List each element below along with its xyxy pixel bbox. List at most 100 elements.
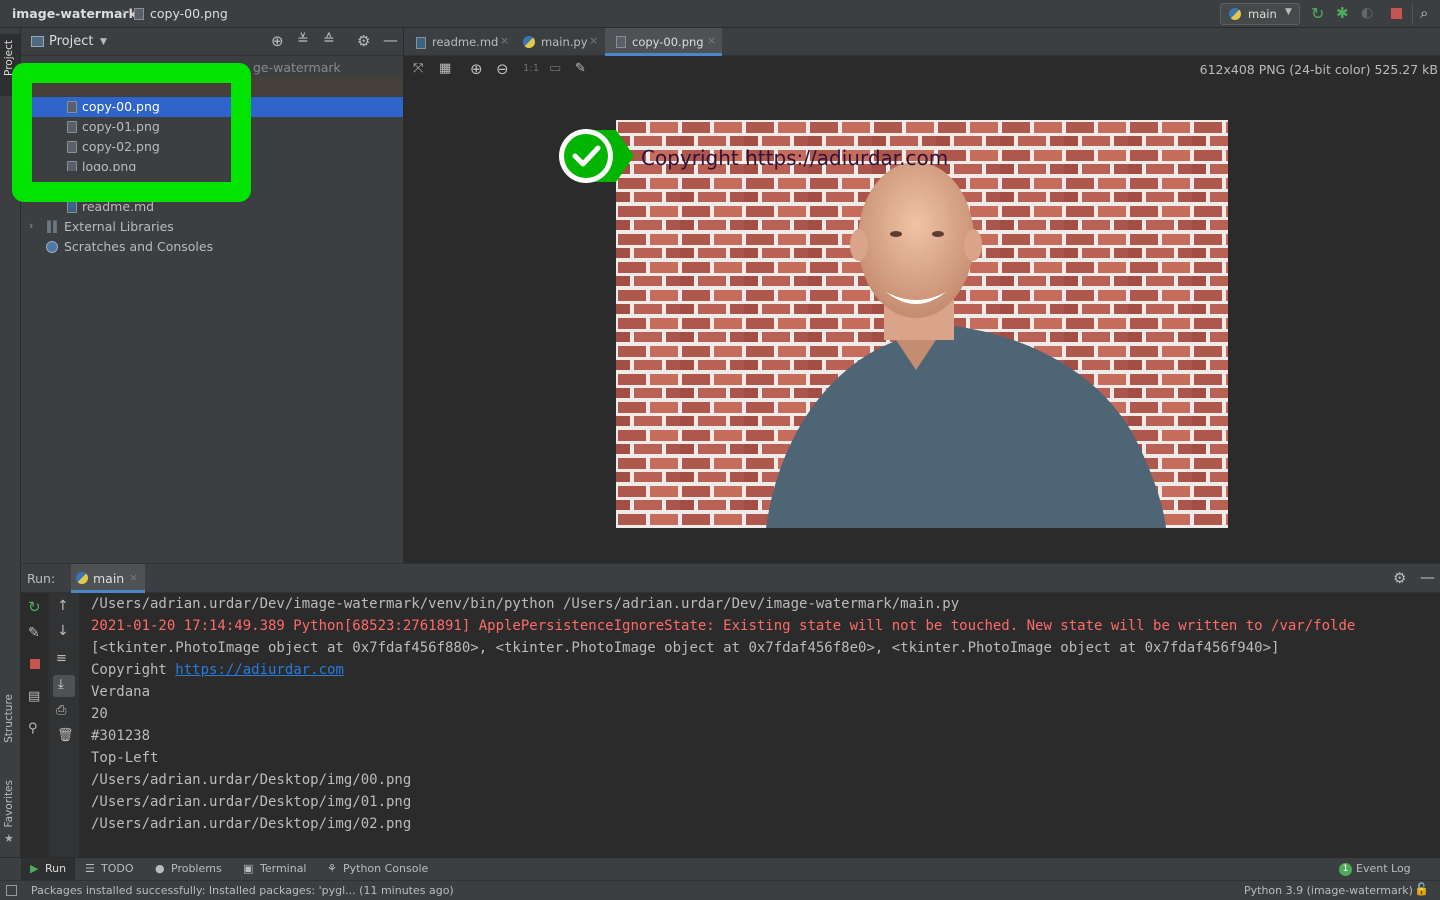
pin-icon[interactable]: ⚲ — [28, 721, 38, 736]
tool-tab-python-console[interactable]: ⚘ Python Console — [322, 858, 434, 881]
chevron-down-icon: ▼ — [1285, 7, 1292, 17]
gear-icon[interactable]: ⚙ — [357, 32, 370, 50]
console-url-link[interactable]: https://adiurdar.com — [175, 662, 344, 678]
console-action-strip: ↑ ↓ ≡ ⤓ ⎙ 🗑 — [50, 593, 79, 858]
image-preview: Copyright https://adiurdar.com — [616, 120, 1228, 528]
locate-icon[interactable]: ⊕ — [271, 32, 284, 50]
coverage-icon[interactable]: ◐ — [1361, 5, 1373, 21]
run-action-strip: ↻ ✎ ▤ ⚲ — [21, 593, 49, 858]
search-icon[interactable]: ⌕ — [1420, 4, 1428, 22]
favorites-tool-window-button[interactable]: Favorites ★ — [0, 776, 20, 854]
rerun-icon[interactable]: ↻ — [28, 598, 41, 616]
tool-tab-terminal[interactable]: ▣ Terminal — [238, 858, 316, 881]
tool-tab-label: Run — [45, 862, 67, 875]
breadcrumb-file[interactable]: copy-00.png — [150, 6, 228, 21]
console-output[interactable]: /Users/adrian.urdar/Dev/image-watermark/… — [79, 593, 1440, 858]
editor-tab-bar: readme.md × main.py × copy-00.png × — [404, 28, 1440, 56]
highlight-annotation-box — [12, 63, 251, 202]
python-file-icon — [523, 36, 535, 48]
tool-tab-todo[interactable]: ☰ TODO — [80, 858, 142, 881]
stop-icon[interactable] — [1391, 8, 1402, 19]
tab-copy-00[interactable]: copy-00.png × — [605, 28, 722, 56]
console-error-line: 2021-01-20 17:14:49.389 Python[68523:276… — [91, 618, 1356, 634]
check-badge-icon — [559, 129, 634, 183]
brick-wall-photo — [616, 120, 1228, 528]
png-file-icon — [134, 8, 144, 20]
zoom-out-icon[interactable]: ⊖ — [496, 60, 509, 78]
scratches-label: Scratches and Consoles — [64, 239, 214, 254]
tab-main-py[interactable]: main.py × — [519, 28, 603, 56]
tool-tab-event-log[interactable]: 1 Event Log — [1334, 858, 1418, 881]
rerun-icon[interactable]: ↻ — [1311, 4, 1324, 23]
layout-icon[interactable]: ▤ — [28, 689, 40, 704]
run-config-select[interactable]: main ▼ — [1220, 3, 1300, 25]
status-bar: Packages installed successfully: Install… — [0, 880, 1440, 900]
collapse-all-icon[interactable]: ≙ — [323, 32, 335, 48]
fit-zoom-icon[interactable]: ⤧ — [413, 61, 423, 76]
png-file-icon — [616, 36, 626, 48]
tool-windows-toggle-icon[interactable] — [6, 885, 17, 896]
soft-wrap-icon[interactable]: ≡ — [56, 651, 67, 666]
console-line: /Users/adrian.urdar/Dev/image-watermark/… — [91, 596, 960, 612]
breadcrumb-separator-icon: › — [121, 5, 127, 20]
structure-tool-window-button[interactable]: Structure — [0, 690, 20, 762]
close-tab-icon[interactable]: × — [500, 34, 509, 47]
chevron-right-icon[interactable]: › — [29, 219, 33, 232]
tool-tab-label: TODO — [101, 862, 134, 875]
run-panel-header: Run: main × ⚙ — — [21, 564, 1440, 593]
trash-icon[interactable]: 🗑 — [57, 728, 74, 743]
expand-all-icon[interactable]: ≚ — [297, 32, 309, 48]
scratches-icon — [46, 241, 58, 253]
tool-tab-label: Terminal — [260, 862, 307, 875]
run-tab-main[interactable]: main × — [71, 564, 145, 593]
tool-tab-problems[interactable]: ● Problems — [150, 858, 230, 881]
wrench-icon[interactable]: ✎ — [28, 625, 40, 641]
status-message[interactable]: Packages installed successfully: Install… — [31, 884, 454, 897]
grid-icon[interactable]: ▦ — [439, 61, 451, 76]
up-arrow-icon[interactable]: ↑ — [57, 598, 69, 614]
tool-tab-label: Event Log — [1356, 862, 1411, 875]
event-count-badge: 1 — [1339, 863, 1352, 876]
breadcrumb-project[interactable]: image-watermark — [12, 6, 137, 21]
console-line: 20 — [91, 706, 108, 722]
info-icon: ● — [155, 862, 165, 875]
close-tab-icon[interactable]: × — [707, 34, 716, 47]
console-line: Top-Left — [91, 750, 159, 766]
tree-scratches[interactable]: Scratches and Consoles — [21, 237, 403, 257]
interpreter-indicator[interactable]: Python 3.9 (image-watermark) — [1244, 884, 1413, 897]
list-icon: ☰ — [85, 862, 95, 875]
minimize-icon[interactable]: — — [1420, 568, 1435, 586]
check-annotation — [558, 128, 638, 184]
tool-tab-label: Problems — [171, 862, 222, 875]
scroll-to-end-button[interactable]: ⤓ — [53, 675, 75, 697]
tab-readme[interactable]: readme.md × — [412, 28, 516, 56]
tool-tab-run[interactable]: ▶ Run — [21, 858, 75, 881]
image-toolbar: ⤧ ▦ ⊕ ⊖ 1:1 ▭ ✎ 612x408 PNG (24-bit colo… — [404, 56, 1440, 84]
run-label: Run: — [27, 571, 56, 586]
background-icon[interactable]: ▭ — [549, 61, 561, 76]
close-tab-icon[interactable]: × — [589, 34, 598, 47]
lock-icon[interactable]: 🔓 — [1414, 882, 1429, 896]
debug-icon[interactable]: ✱ — [1336, 4, 1349, 22]
zoom-in-icon[interactable]: ⊕ — [470, 60, 483, 78]
down-arrow-icon[interactable]: ↓ — [57, 623, 69, 639]
color-picker-icon[interactable]: ✎ — [575, 61, 586, 76]
console-line: /Users/adrian.urdar/Desktop/img/02.png — [91, 816, 412, 832]
close-tab-icon[interactable]: × — [129, 571, 138, 584]
actual-size-button[interactable]: 1:1 — [523, 63, 539, 74]
tab-label: readme.md — [432, 35, 499, 49]
project-panel-header: Project ▼ ⊕ ≚ ≙ ⚙ — — [21, 28, 403, 56]
minimize-icon[interactable]: — — [383, 31, 398, 49]
editor-area: readme.md × main.py × copy-00.png × ⤧ ▦ … — [404, 28, 1440, 563]
gear-icon[interactable]: ⚙ — [1393, 569, 1406, 587]
run-icon: ▶ — [30, 862, 39, 875]
library-icon: ‖‖ — [46, 219, 58, 233]
structure-tool-label: Structure — [3, 694, 15, 743]
chevron-down-icon[interactable]: ▼ — [100, 37, 107, 47]
tab-label: copy-00.png — [632, 35, 704, 49]
stop-icon[interactable] — [30, 659, 40, 669]
bottom-tool-tabs: ▶ Run ☰ TODO ● Problems ▣ Terminal ⚘ Pyt… — [0, 857, 1440, 881]
print-icon[interactable]: ⎙ — [56, 703, 66, 718]
project-view-title[interactable]: Project — [49, 34, 93, 49]
tree-external-libraries[interactable]: › ‖‖ External Libraries — [21, 217, 403, 237]
